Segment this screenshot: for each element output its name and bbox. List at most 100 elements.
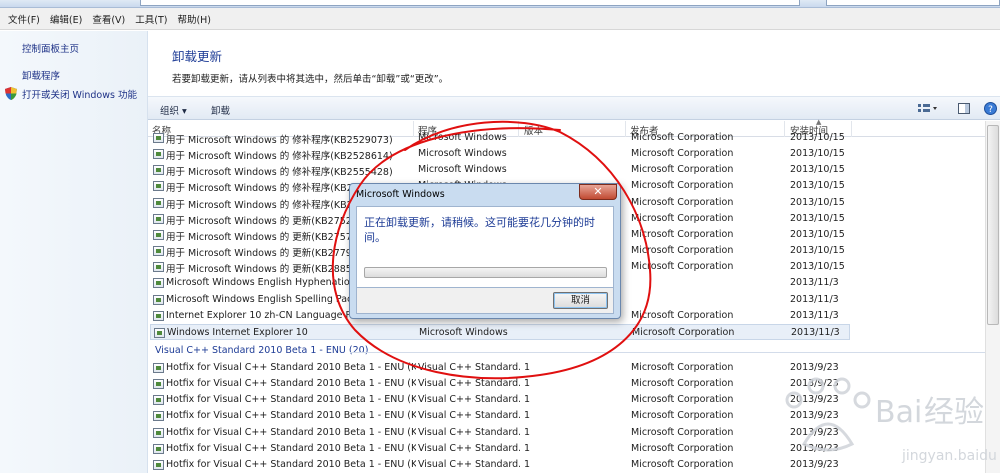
cell-program: Visual C++ Standard...	[418, 394, 520, 406]
update-icon	[153, 379, 164, 390]
cell-install-date: 2013/10/15	[790, 164, 845, 176]
page-description: 若要卸载更新，请从列表中将其选中，然后单击“卸载”或“更改”。	[172, 74, 449, 85]
table-row[interactable]: 用于 Microsoft Windows 的 修补程序(KB2528614) Mi…	[150, 146, 850, 162]
update-icon	[153, 395, 164, 406]
update-icon	[153, 459, 164, 470]
organize-button[interactable]: 组织 ▾	[160, 103, 187, 117]
uninstall-program-link[interactable]: 卸载程序	[22, 68, 60, 82]
table-row[interactable]: Hotfix for Visual C++ Standard 2010 Beta…	[150, 441, 850, 457]
cell-program: Visual C++ Standard...	[418, 378, 520, 390]
update-icon	[153, 363, 164, 373]
cell-program: Microsoft Windows	[419, 326, 508, 338]
dialog-body: 正在卸载更新，请稍候。这可能要花几分钟的时间。	[356, 206, 614, 288]
menu-tools[interactable]: 工具(T)	[131, 12, 171, 26]
table-row[interactable]: Hotfix for Visual C++ Standard 2010 Beta…	[150, 376, 850, 392]
cell-install-date: 2013/10/15	[790, 228, 845, 240]
cell-publisher: Microsoft Corporation	[631, 245, 734, 257]
dialog-title: Microsoft Windows	[356, 189, 445, 200]
table-row[interactable]: Hotfix for Visual C++ Standard 2010 Beta…	[150, 360, 850, 376]
cell-publisher: Microsoft Corporation	[631, 196, 734, 208]
update-icon	[153, 181, 164, 192]
page-title: 卸载更新	[172, 49, 223, 64]
cell-program: Microsoft Windows	[418, 164, 507, 176]
update-icon	[153, 213, 164, 224]
cell-name: Hotfix for Visual C++ Standard 2010 Beta…	[166, 426, 416, 438]
table-row[interactable]: Hotfix for Visual C++ Standard 2010 Beta…	[150, 408, 850, 424]
update-icon	[153, 165, 164, 176]
cell-name: Hotfix for Visual C++ Standard 2010 Beta…	[166, 458, 416, 470]
update-icon	[153, 427, 164, 438]
svg-text:经验: 经验	[924, 395, 984, 430]
menu-edit[interactable]: 编辑(E)	[46, 12, 86, 26]
table-row[interactable]: 用于 Microsoft Windows 的 修补程序(KB2555428) Mi…	[150, 162, 850, 178]
cell-publisher: Microsoft Corporation	[631, 132, 734, 143]
dialog-message: 正在卸载更新，请稍候。这可能要花几分钟的时间。	[364, 216, 595, 244]
left-nav-pane: 控制面板主页 卸载程序 打开或关闭 Windows 功能	[0, 31, 148, 473]
cell-version: 1	[524, 426, 531, 438]
cell-name: Hotfix for Visual C++ Standard 2010 Beta…	[166, 378, 416, 390]
cell-version: 1	[524, 442, 531, 454]
scrollbar-thumb[interactable]	[987, 125, 999, 325]
svg-text:jingyan.baidu.com: jingyan.baidu.com	[901, 448, 998, 464]
cell-install-date: 2013/11/3	[790, 293, 839, 305]
cell-version: 1	[524, 378, 531, 390]
cell-name: 用于 Microsoft Windows 的 修补程序(KB2529073)	[166, 135, 393, 146]
svg-text:Bai: Bai	[875, 395, 922, 430]
update-icon	[154, 327, 165, 338]
cell-version: 1	[524, 362, 531, 373]
help-icon[interactable]: ?	[984, 102, 997, 115]
cell-name: Hotfix for Visual C++ Standard 2010 Beta…	[166, 394, 416, 406]
menu-file[interactable]: 文件(F)	[4, 12, 44, 26]
table-row[interactable]: Windows Internet Explorer 10 Microsoft Wi…	[150, 323, 850, 340]
cell-publisher: Microsoft Corporation	[631, 164, 734, 176]
menu-bar: 文件(F) 编辑(E) 查看(V) 工具(T) 帮助(H)	[0, 8, 1000, 30]
cell-publisher: Microsoft Corporation	[631, 148, 734, 160]
table-row[interactable]: Hotfix for Visual C++ Standard 2010 Beta…	[150, 457, 850, 473]
address-strip	[0, 0, 1000, 8]
table-row[interactable]: 用于 Microsoft Windows 的 修补程序(KB2529073) Mi…	[150, 130, 850, 146]
cell-publisher: Microsoft Corporation	[631, 228, 734, 240]
uninstall-progress-dialog: Microsoft Windows ✕ 正在卸载更新，请稍候。这可能要花几分钟的…	[349, 183, 621, 319]
cell-program: Visual C++ Standard...	[418, 458, 520, 470]
cell-install-date: 2013/11/3	[791, 326, 840, 338]
baidu-jingyan-watermark: Bai 经验 jingyan.baidu.com	[785, 377, 998, 464]
search-input[interactable]	[826, 0, 1000, 6]
cell-publisher: Microsoft Corporation	[631, 309, 734, 321]
update-icon	[153, 310, 164, 321]
windows-features-link[interactable]: 打开或关闭 Windows 功能	[22, 87, 137, 101]
table-row[interactable]: Hotfix for Visual C++ Standard 2010 Beta…	[150, 392, 850, 408]
close-icon[interactable]: ✕	[579, 184, 617, 200]
dialog-footer: 取消	[356, 288, 614, 314]
update-icon	[153, 229, 164, 240]
preview-pane-icon[interactable]	[958, 103, 970, 114]
update-icon	[153, 197, 164, 208]
cell-publisher: Microsoft Corporation	[631, 180, 734, 192]
update-icon	[153, 246, 164, 257]
cell-name: Hotfix for Visual C++ Standard 2010 Beta…	[166, 362, 416, 373]
update-icon	[153, 294, 164, 305]
cell-name: Windows Internet Explorer 10	[167, 326, 308, 338]
cell-publisher: Microsoft Corporation	[631, 212, 734, 224]
address-bar[interactable]	[140, 0, 800, 6]
shield-icon	[5, 87, 17, 100]
cell-name: Hotfix for Visual C++ Standard 2010 Beta…	[166, 442, 416, 454]
cell-version: 1	[524, 410, 531, 422]
update-icon	[153, 278, 164, 289]
cell-install-date: 2013/11/3	[790, 277, 839, 289]
cell-install-date: 2013/10/15	[790, 180, 845, 192]
cell-version: 1	[524, 394, 531, 406]
cell-program: Microsoft Windows	[418, 148, 507, 160]
cancel-button[interactable]: 取消	[553, 292, 608, 309]
command-toolbar: 组织 ▾ 卸载 ?	[148, 96, 1000, 120]
table-row[interactable]: Hotfix for Visual C++ Standard 2010 Beta…	[150, 425, 850, 441]
view-options-icon[interactable]	[918, 104, 938, 114]
menu-help[interactable]: 帮助(H)	[173, 12, 215, 26]
menu-view[interactable]: 查看(V)	[88, 12, 129, 26]
cell-install-date: 2013/10/15	[790, 261, 845, 273]
group-header[interactable]: Visual C++ Standard 2010 Beta 1 - ENU (2…	[155, 345, 368, 356]
control-panel-home-link[interactable]: 控制面板主页	[22, 41, 79, 55]
progress-bar	[364, 267, 607, 278]
uninstall-button[interactable]: 卸载	[211, 103, 230, 117]
cell-install-date: 2013/10/15	[790, 148, 845, 160]
cell-publisher: Microsoft Corporation	[632, 326, 735, 338]
